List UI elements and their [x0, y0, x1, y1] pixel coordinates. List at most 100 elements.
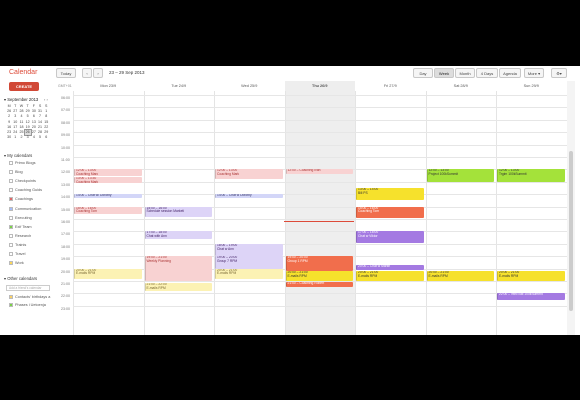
event-text: Schedule session Marketi	[146, 209, 185, 214]
view-month-button[interactable]: Month	[455, 68, 475, 78]
event-text: Coaching Mark	[217, 172, 240, 177]
calendar-event[interactable]: 21:00 – Coaching Robert	[285, 282, 353, 288]
calendar-color-swatch	[9, 261, 13, 266]
event-text: Chat w Ann	[217, 246, 234, 251]
calendar-event[interactable]: 12:00 – Coaching Ivan	[285, 169, 353, 175]
event-text: 22:00 – Intro call 100kSummit	[499, 293, 543, 297]
event-text: Chat w Viktor	[358, 234, 378, 239]
calendar-event[interactable]: 12:00 – 13:00 Project 100kSummit	[426, 169, 494, 182]
calendar-event[interactable]: 17:00 – 18:00 Chat w Viktor	[356, 231, 424, 243]
app-logo: Calendar	[9, 69, 38, 76]
column-divider	[214, 91, 215, 335]
mini-calendar-title[interactable]: ▾ September 2013	[4, 97, 38, 102]
calendar-event[interactable]: 15:00 – 16:00 Schedule session Marketi	[144, 206, 212, 217]
mini-calendar-month: September 2013	[7, 97, 39, 102]
event-text: E-mails RPM	[146, 286, 166, 291]
calendar-item[interactable]: Coaching Guids	[9, 188, 43, 193]
event-text: Group 1 RPM	[287, 258, 308, 263]
event-text: E-mails RPM	[287, 273, 307, 278]
calendar-event[interactable]: 20:00 – 21:00 E-mails RPM	[215, 268, 283, 279]
my-calendars-title[interactable]: ▾ My calendars	[4, 153, 32, 158]
prev-button[interactable]: ‹	[82, 68, 92, 78]
calendar-item-label: Coachings	[15, 197, 33, 202]
top-toolbar: Calendar Today ‹ › 23 – 29 Sep 2013 Day W…	[0, 66, 580, 81]
calendar-event[interactable]: 20:00 – Chat w Martin	[356, 264, 424, 270]
today-button[interactable]: Today	[56, 68, 76, 78]
calendar-event[interactable]: 19:00 – 21:00 Weekly Planning	[144, 256, 212, 281]
add-friend-calendar-input[interactable]: Add a friend's calendar	[6, 285, 50, 291]
mini-calendar-arrows[interactable]: ‹ ›	[44, 97, 48, 102]
calendar-event[interactable]: 20:00 – 21:00 E-mails RPM	[497, 271, 565, 281]
calendar-item-label: Executing	[15, 215, 32, 220]
calendar-item-label: Primo Blogs	[15, 161, 36, 165]
calendar-event[interactable]: 20:00 – 21:00 E-mails RPM	[356, 271, 424, 281]
event-text: 20:00 – Chat w Martin	[358, 264, 391, 268]
grid-scrollbar[interactable]	[567, 81, 575, 335]
calendar-color-swatch	[9, 197, 13, 202]
calendar-event[interactable]: 12:00 – 13:00 Trgim 100kSummit	[497, 169, 565, 182]
calendar-item[interactable]: Executing	[9, 215, 32, 220]
day-column-header[interactable]: Fri 27/9	[355, 84, 426, 88]
calendar-event[interactable]: 12:00 – 13:00 Coaching Mark	[215, 169, 283, 180]
day-column-header[interactable]: Sun 29/9	[496, 84, 567, 88]
my-calendars-label: My calendars	[7, 153, 33, 158]
calendar-item[interactable]: Contacts' birthdays a	[9, 295, 50, 299]
calendar-item[interactable]: Work	[9, 261, 24, 266]
view-agenda-button[interactable]: Agenda	[499, 68, 521, 78]
scrollbar-thumb[interactable]	[569, 151, 573, 311]
calendar-event[interactable]: 19:00 – 20:00 Group 1 RPM	[285, 256, 353, 272]
day-column-header[interactable]: Sat 28/9	[426, 84, 497, 88]
other-calendars-title[interactable]: ▾ Other calendars	[4, 276, 37, 281]
gear-icon[interactable]: ⚙▾	[551, 68, 567, 78]
event-text: Bill PS	[358, 190, 368, 195]
calendar-color-swatch	[9, 215, 13, 220]
calendar-item[interactable]: Coachings	[9, 197, 33, 202]
hour-label: 20:00	[61, 269, 70, 274]
hour-gridline	[73, 243, 567, 245]
calendar-event[interactable]: 20:00 – 21:00 E-mails RPM	[285, 271, 353, 281]
calendar-item[interactable]: Blog	[9, 170, 23, 175]
view-day-button[interactable]: Day	[413, 68, 433, 78]
column-divider	[284, 91, 286, 335]
calendar-item[interactable]: Phases i Uetoenja	[9, 302, 46, 307]
calendar-event[interactable]: 14:00 – Chat w Dorothy	[215, 194, 283, 199]
calendar-event[interactable]: 13:00 – 13:30 Coaching Mark	[74, 176, 142, 184]
view-week-button[interactable]: Week	[434, 68, 454, 78]
calendar-item[interactable]: Communication	[9, 206, 41, 211]
calendar-event[interactable]: 12:00 – 13:00 Coaching Marc	[74, 169, 142, 176]
calendar-item[interactable]: Trainis	[9, 242, 26, 247]
calendar-item[interactable]: Research	[9, 233, 31, 238]
sidebar: ▾ September 2013 ‹ › M T W T F S S 26 27 28 29 30 31…	[0, 94, 57, 335]
more-button[interactable]: More ▾	[524, 68, 544, 78]
hour-label: 18:00	[61, 244, 70, 249]
calendar-color-swatch	[9, 206, 13, 211]
day-column-header[interactable]: Thu 26/9	[285, 84, 356, 88]
hour-label: 06:00	[61, 96, 70, 100]
calendar-event[interactable]: 15:00 – 16:00 Coaching Tom	[74, 206, 142, 215]
create-button[interactable]: CREATE	[9, 82, 39, 91]
calendar-event[interactable]: 20:00 – 21:00 E-mails RPM	[74, 268, 142, 279]
day-column-header[interactable]: Wed 25/9	[214, 84, 285, 88]
calendar-event[interactable]: 19:00 – 20:00 Group 7 RPM	[215, 256, 283, 269]
calendar-event[interactable]: 17:00 – 18:00 Chat with Ann	[144, 231, 212, 239]
calendar-event[interactable]: 22:00 – Intro call 100kSummit	[497, 293, 565, 300]
day-column-header[interactable]: Tue 24/9	[144, 84, 215, 88]
calendar-item[interactable]: Exif Team	[9, 224, 32, 229]
event-text: E-mails RPM	[499, 273, 519, 278]
calendar-color-swatch	[9, 302, 13, 307]
mini-calendar-day[interactable]: 6	[43, 135, 49, 140]
day-column-header[interactable]: Mon 23/9	[73, 84, 144, 88]
calendar-event[interactable]: 14:00 – Chat w/ Dorothy	[74, 194, 142, 199]
calendar-color-swatch	[9, 233, 13, 238]
view-4-days-button[interactable]: 4 Days	[476, 68, 498, 78]
calendar-event[interactable]: 18:00 – 19:00 Chat w Ann	[215, 243, 283, 257]
calendar-event[interactable]: 21:00 – 22:00 E-mails RPM	[144, 283, 212, 291]
calendar-item[interactable]: Checkpoints	[9, 179, 36, 184]
calendar-event[interactable]: 13:00 – 14:00 Bill PS	[356, 188, 424, 201]
calendar-item[interactable]: Primo Blogs	[9, 161, 35, 165]
calendar-event[interactable]: 15:00 – 16:00 Coaching Tom	[356, 206, 424, 218]
calendar-event[interactable]: 20:00 – 21:00 E-mails RPM	[426, 271, 494, 281]
calendar-item[interactable]: Travel	[9, 252, 25, 256]
next-button[interactable]: ›	[93, 68, 103, 78]
calendar-item-label: Coaching Guids	[15, 188, 43, 193]
